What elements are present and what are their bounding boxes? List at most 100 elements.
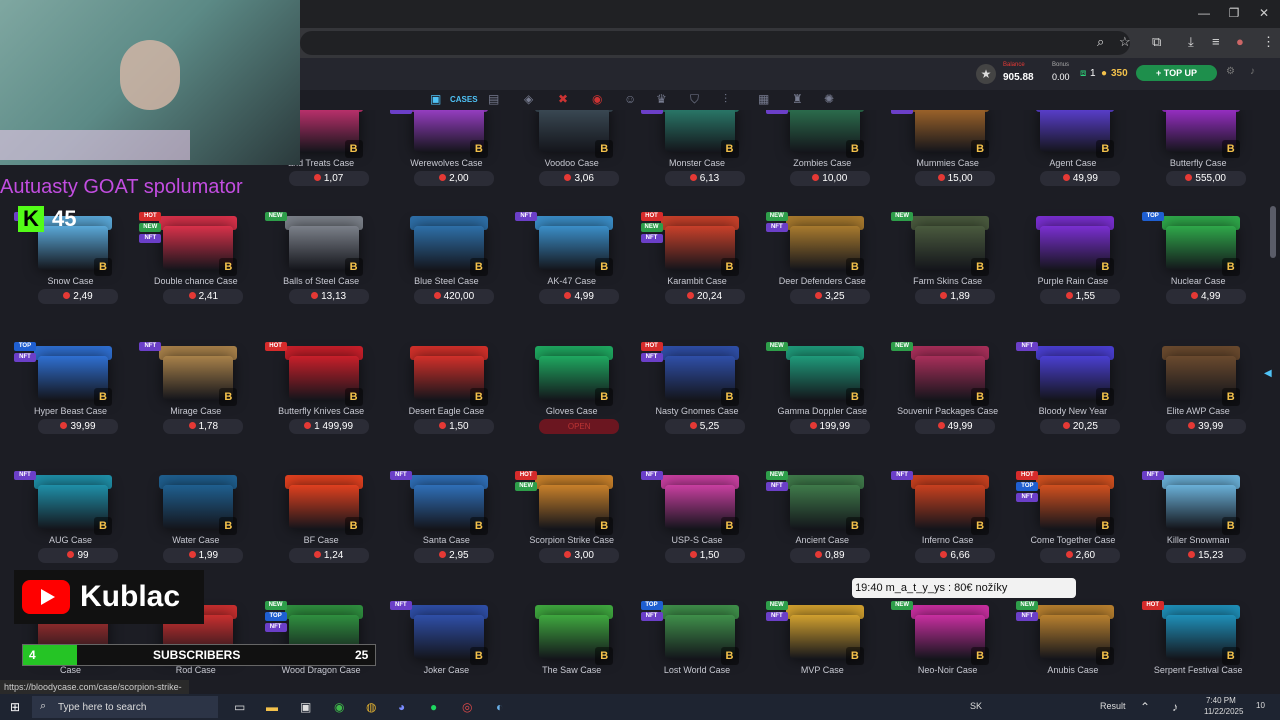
- case-card[interactable]: B NFT Killer Snowman 15,23: [1136, 467, 1261, 596]
- result-label[interactable]: Result: [1100, 701, 1126, 711]
- case-card[interactable]: B HOT Serpent Festival Case: [1136, 597, 1261, 688]
- profile-avatar-icon[interactable]: ●: [1236, 34, 1244, 49]
- nav-icon-5[interactable]: ☺: [624, 92, 636, 106]
- steam-icon[interactable]: ◐: [496, 700, 503, 714]
- clock-date[interactable]: 11/22/2025: [1204, 707, 1243, 716]
- case-card[interactable]: B HOT Butterfly Knives Case 1 499,99: [259, 338, 384, 467]
- side-panel-arrow-icon[interactable]: ◀: [1264, 368, 1272, 379]
- case-card[interactable]: B TOPNFT Werewolves Case 2,00: [384, 110, 509, 219]
- user-avatar[interactable]: ★: [976, 64, 996, 84]
- case-card[interactable]: B NEWNFT Monster Case 6,13: [635, 110, 760, 219]
- download-icon[interactable]: ⤓: [1188, 34, 1194, 50]
- extensions-icon[interactable]: ⧉: [1152, 34, 1161, 50]
- obs-icon[interactable]: ◎: [462, 700, 472, 714]
- browser-menu-icon[interactable]: ⋮: [1262, 34, 1275, 50]
- case-card[interactable]: B NFT Mirage Case 1,78: [133, 338, 258, 467]
- nav-icon-7[interactable]: ⛉: [690, 92, 699, 107]
- case-card[interactable]: B BF Case 1,24: [259, 467, 384, 596]
- task-view-icon[interactable]: ▭: [234, 700, 245, 714]
- case-image: B: [1040, 615, 1115, 665]
- case-image: B: [163, 226, 238, 276]
- notification-count[interactable]: 10: [1256, 701, 1265, 710]
- case-card[interactable]: B NEW NFT Ancient Case 0,89: [760, 467, 885, 596]
- clock-time[interactable]: 7:40 PM: [1206, 696, 1236, 705]
- case-badges: NEW NFT: [765, 212, 788, 234]
- case-card[interactable]: B NEW NFT Deer Defenders Case 3,25: [760, 208, 885, 337]
- case-card[interactable]: B TOP NFT Hyper Beast Case 39,99: [8, 338, 133, 467]
- case-card[interactable]: B NEW Neo-Noir Case: [885, 597, 1010, 688]
- windows-start-icon[interactable]: ⊞: [10, 700, 20, 714]
- case-card[interactable]: BTOPVoodoo Case3,06: [509, 110, 634, 219]
- case-image: B: [789, 226, 864, 276]
- case-badges: NEW NFT: [765, 601, 788, 623]
- case-card[interactable]: B HOT TOP NFT Come Together Case 2,60: [1010, 467, 1135, 596]
- case-card[interactable]: B NEW Farm Skins Case 1,89: [885, 208, 1010, 337]
- case-card[interactable]: B NEW NFT MVP Case: [760, 597, 885, 688]
- address-bar[interactable]: [300, 31, 1130, 55]
- case-card[interactable]: B NEW Gamma Doppler Case 199,99: [760, 338, 885, 467]
- language-indicator[interactable]: SK: [970, 701, 982, 711]
- chrome-icon[interactable]: ◍: [366, 700, 376, 714]
- case-card[interactable]: BNEWButterfly Case555,00: [1136, 110, 1261, 219]
- nav-icon-11[interactable]: ✺: [824, 92, 834, 106]
- case-card[interactable]: B TOPNFT Mummies Case 15,00: [885, 110, 1010, 219]
- case-card[interactable]: B HOT NEW NFT Karambit Case 20,24: [635, 208, 760, 337]
- file-explorer-icon[interactable]: ▬: [266, 700, 278, 714]
- nav-icon-3[interactable]: ✖: [558, 92, 568, 106]
- case-card[interactable]: B Desert Eagle Case 1,50: [384, 338, 509, 467]
- tab-cases[interactable]: CASES: [450, 95, 478, 104]
- case-card[interactable]: BNEWTOPNFTWood Dragon Case: [259, 597, 384, 688]
- case-card[interactable]: B NFT AK-47 Case 4,99: [509, 208, 634, 337]
- page-scrollbar[interactable]: [1266, 110, 1280, 694]
- case-card[interactable]: B TOP NFT Lost World Case: [635, 597, 760, 688]
- nav-icon-9[interactable]: ▦: [758, 92, 769, 106]
- case-card[interactable]: B NFT Bloody New Year 20,25: [1010, 338, 1135, 467]
- case-badges: TOPNFT: [765, 110, 788, 116]
- xbox-icon[interactable]: ◉: [334, 700, 344, 714]
- case-image: B: [915, 226, 990, 276]
- media-icon[interactable]: ≡: [1212, 34, 1220, 49]
- case-card[interactable]: B TOP Nuclear Case 4,99: [1136, 208, 1261, 337]
- spotify-icon[interactable]: ●: [430, 700, 437, 714]
- scrollbar-thumb[interactable]: [1270, 206, 1276, 258]
- case-card[interactable]: B NEW NFT Anubis Case: [1010, 597, 1135, 688]
- nav-icon-10[interactable]: ♜: [792, 92, 803, 106]
- bookmark-star-icon[interactable]: ☆: [1119, 34, 1131, 50]
- case-card[interactable]: B HOT NEW Scorpion Strike Case 3,00: [509, 467, 634, 596]
- store-icon[interactable]: ▣: [300, 700, 311, 714]
- case-card[interactable]: B Purple Rain Case 1,55: [1010, 208, 1135, 337]
- volume-icon[interactable]: ♪: [1172, 700, 1178, 714]
- settings-icon[interactable]: ⚙: [1226, 66, 1235, 77]
- cases-tab-icon[interactable]: ▣: [430, 92, 441, 106]
- case-name: Souvenir Packages Case: [897, 406, 999, 416]
- minimize-button[interactable]: —: [1194, 6, 1214, 20]
- case-card[interactable]: B NFT Santa Case 2,95: [384, 467, 509, 596]
- case-card[interactable]: B HOT NFT Nasty Gnomes Case 5,25: [635, 338, 760, 467]
- case-card[interactable]: B Elite AWP Case 39,99: [1136, 338, 1261, 467]
- zoom-icon[interactable]: ⌕: [1097, 34, 1104, 50]
- nav-icon-2[interactable]: ◈: [524, 92, 533, 106]
- case-card[interactable]: B NFT Inferno Case 6,66: [885, 467, 1010, 596]
- top-up-button[interactable]: + TOP UP: [1136, 65, 1217, 81]
- taskbar-search[interactable]: ⌕ Type here to search: [32, 696, 218, 718]
- tray-up-icon[interactable]: ⌃: [1140, 700, 1150, 714]
- trophy-icon[interactable]: ♛: [656, 92, 667, 106]
- case-card[interactable]: B TOPNFT Zombies Case 10,00: [760, 110, 885, 219]
- case-card[interactable]: B NFT Joker Case: [384, 597, 509, 688]
- nav-icon-8[interactable]: ⫶: [724, 92, 727, 107]
- case-card[interactable]: B Blue Steel Case 420,00: [384, 208, 509, 337]
- case-card[interactable]: B The Saw Case: [509, 597, 634, 688]
- case-card[interactable]: B NFT USP-S Case 1,50: [635, 467, 760, 596]
- case-card[interactable]: B Gloves Case OPEN: [509, 338, 634, 467]
- open-case-button[interactable]: OPEN: [539, 419, 620, 434]
- discord-icon[interactable]: ◕: [398, 700, 405, 714]
- case-card[interactable]: B Agent Case 49,99: [1010, 110, 1135, 219]
- case-card[interactable]: B NEW Souvenir Packages Case 49,99: [885, 338, 1010, 467]
- nav-icon-4[interactable]: ◉: [592, 92, 602, 106]
- case-card[interactable]: B HOT NEW NFT Double chance Case 2,41: [133, 208, 258, 337]
- sound-icon[interactable]: ♪: [1250, 66, 1255, 77]
- case-card[interactable]: B NEW Balls of Steel Case 13,13: [259, 208, 384, 337]
- close-window-button[interactable]: ✕: [1254, 6, 1274, 20]
- nav-icon-1[interactable]: ▤: [488, 92, 499, 106]
- maximize-button[interactable]: ❐: [1224, 6, 1244, 20]
